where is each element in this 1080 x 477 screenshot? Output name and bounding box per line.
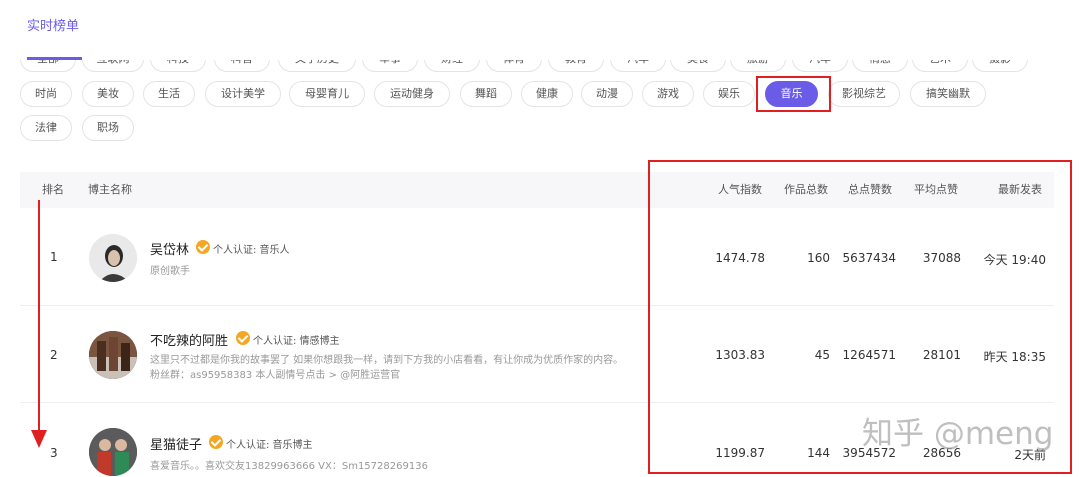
col-header-rank: 排名 <box>42 183 64 196</box>
row-rank: 1 <box>50 250 58 264</box>
category-tag[interactable]: 生活 <box>143 81 195 107</box>
blogger-description: 原创歌手 <box>150 266 190 277</box>
tab-active-underline <box>27 57 82 60</box>
works-value: 45 <box>814 348 830 362</box>
popularity-value: 1474.78 <box>715 251 765 265</box>
blogger-description: 喜爱音乐。。喜欢交友13829963666 VX：Sm15728269136 <box>150 461 428 472</box>
category-tag[interactable]: 时尚 <box>20 81 72 107</box>
category-tag[interactable]: 娱乐 <box>703 81 755 107</box>
likes-value: 1264571 <box>842 348 896 362</box>
certification-label: 个人认证: 音乐博主 <box>226 440 313 451</box>
annotation-arrow-head-icon <box>31 430 47 448</box>
certification-label: 个人认证: 音乐人 <box>213 245 290 256</box>
popularity-value: 1199.87 <box>715 446 765 460</box>
blogger-name[interactable]: 吴岱林 <box>150 239 189 258</box>
works-value: 144 <box>807 446 830 460</box>
category-tag[interactable]: 游戏 <box>642 81 694 107</box>
avg-likes-value: 37088 <box>922 251 961 265</box>
avg-likes-value: 28101 <box>922 348 961 362</box>
category-tag[interactable]: 法律 <box>20 115 72 141</box>
category-tag[interactable]: 搞笑幽默 <box>910 81 986 107</box>
avatar-image <box>89 428 137 476</box>
verified-icon <box>196 240 210 254</box>
row-rank: 3 <box>50 446 58 460</box>
annotation-arrow-line <box>38 200 40 434</box>
category-tag[interactable]: 影视综艺 <box>828 81 900 107</box>
category-tag[interactable]: 母婴育儿 <box>289 81 365 107</box>
latest-value: 今天 19:40 <box>983 253 1046 267</box>
works-value: 160 <box>807 251 830 265</box>
col-header-blogger: 博主名称 <box>88 183 132 196</box>
avatar[interactable] <box>89 331 137 379</box>
category-tag[interactable]: 舞蹈 <box>460 81 512 107</box>
avatar[interactable] <box>89 428 137 476</box>
category-tag[interactable]: 健康 <box>521 81 573 107</box>
category-tag[interactable]: 运动健身 <box>374 81 450 107</box>
avatar-image <box>89 234 137 282</box>
row-rank: 2 <box>50 348 58 362</box>
category-tag[interactable]: 职场 <box>82 115 134 141</box>
col-header-works[interactable]: 作品总数 <box>784 181 828 197</box>
likes-value: 5637434 <box>842 251 896 265</box>
category-tag[interactable]: 美妆 <box>82 81 134 107</box>
avatar[interactable] <box>89 234 137 282</box>
verified-icon <box>209 435 223 449</box>
col-header-likes[interactable]: 总点赞数 <box>848 181 892 197</box>
watermark: 知乎 @meng <box>862 416 1054 452</box>
category-tag[interactable]: 设计美学 <box>205 81 281 107</box>
verified-icon <box>236 331 250 345</box>
blogger-name[interactable]: 不吃辣的阿胜 <box>150 330 228 349</box>
category-tag-active[interactable]: 音乐 <box>765 81 818 107</box>
avatar-image <box>89 331 137 379</box>
col-header-popularity[interactable]: 人气指数 <box>718 181 762 197</box>
category-tag[interactable]: 动漫 <box>581 81 633 107</box>
table-header <box>20 172 1054 208</box>
certification-label: 个人认证: 情感博主 <box>253 336 340 347</box>
latest-value: 昨天 18:35 <box>983 350 1046 364</box>
col-header-avg-likes[interactable]: 平均点赞 <box>914 181 958 197</box>
page-header: 实时榜单 <box>0 0 1080 60</box>
col-header-latest[interactable]: 最新发表 <box>998 181 1042 197</box>
tab-realtime-ranking[interactable]: 实时榜单 <box>27 15 79 34</box>
popularity-value: 1303.83 <box>715 348 765 362</box>
blogger-description: 这里只不过都是你我的故事罢了 如果你想跟我一样，请到下方我的小店看看，有让你成为… <box>150 355 624 381</box>
blogger-name[interactable]: 星猫徒子 <box>150 434 202 453</box>
